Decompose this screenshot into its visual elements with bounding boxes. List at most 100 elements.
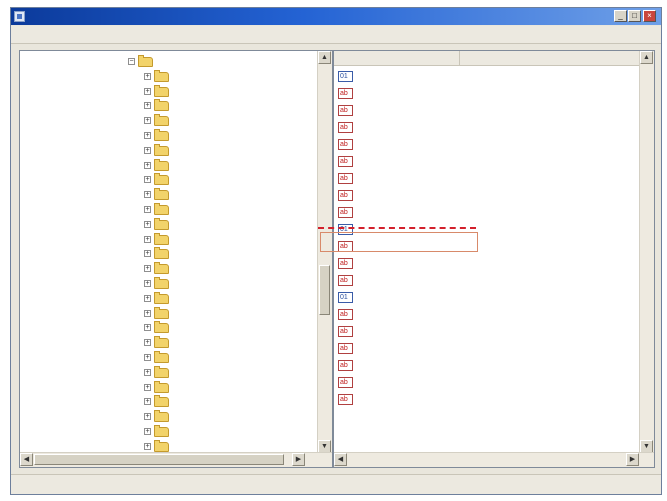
- tree-item[interactable]: +: [144, 336, 310, 350]
- expand-toggle-icon[interactable]: +: [144, 354, 151, 361]
- expand-toggle-icon[interactable]: +: [144, 250, 151, 258]
- tree-item[interactable]: +: [144, 321, 310, 335]
- expand-toggle-icon[interactable]: +: [144, 309, 151, 317]
- value-row[interactable]: [334, 205, 640, 220]
- tree-item[interactable]: +: [144, 173, 310, 187]
- tree-item[interactable]: +: [144, 395, 310, 409]
- tree-item[interactable]: +: [144, 380, 310, 395]
- expand-toggle-icon[interactable]: +: [144, 294, 151, 302]
- tree-item[interactable]: −: [128, 55, 310, 69]
- value-row[interactable]: [334, 137, 640, 152]
- scroll-thumb-horizontal[interactable]: [34, 454, 284, 465]
- menu-item-view[interactable]: [103, 28, 111, 41]
- key-tree-pane[interactable]: − + + + + + + + + + + + + + + + + + + + + + + + + + + ▲ ▼ ◀ ▶: [19, 50, 333, 468]
- expand-toggle-icon[interactable]: +: [144, 206, 151, 213]
- expand-toggle-icon[interactable]: +: [144, 132, 151, 139]
- expand-toggle-icon[interactable]: +: [144, 235, 151, 243]
- tree-item[interactable]: +: [144, 365, 310, 380]
- values-scroll-up-icon[interactable]: ▲: [640, 51, 653, 64]
- expand-toggle-icon[interactable]: +: [144, 220, 151, 228]
- expand-toggle-icon[interactable]: +: [144, 413, 151, 421]
- value-row[interactable]: [334, 120, 640, 135]
- expand-toggle-icon[interactable]: +: [144, 383, 151, 391]
- value-row[interactable]: [334, 273, 640, 288]
- title-bar[interactable]: _ □ ×: [11, 8, 661, 25]
- column-divider[interactable]: [459, 51, 460, 65]
- value-row[interactable]: [334, 290, 640, 305]
- maximize-button[interactable]: □: [628, 10, 641, 22]
- value-row[interactable]: [334, 171, 640, 186]
- tree-item[interactable]: +: [144, 203, 310, 217]
- tree-horizontal-scrollbar[interactable]: ◀ ▶: [20, 452, 332, 467]
- value-row[interactable]: [334, 324, 640, 339]
- values-horizontal-scrollbar[interactable]: ◀ ▶: [334, 452, 654, 467]
- expand-toggle-icon[interactable]: −: [128, 58, 135, 65]
- scroll-left-icon[interactable]: ◀: [20, 453, 33, 466]
- tree-item[interactable]: +: [144, 99, 310, 113]
- tree-item[interactable]: +: [144, 188, 310, 202]
- scroll-right-icon[interactable]: ▶: [292, 453, 305, 466]
- tree-item[interactable]: +: [144, 291, 310, 306]
- values-pane[interactable]: ▲ ▼ ◀ ▶: [333, 50, 655, 468]
- expand-toggle-icon[interactable]: +: [144, 102, 151, 110]
- expand-toggle-icon[interactable]: +: [144, 324, 151, 332]
- menu-item-favorites[interactable]: [147, 28, 155, 41]
- tree-item[interactable]: +: [144, 232, 310, 247]
- expand-toggle-icon[interactable]: +: [144, 117, 151, 125]
- tree-item[interactable]: +: [144, 217, 310, 232]
- value-row[interactable]: [334, 307, 640, 322]
- tree-item[interactable]: +: [144, 306, 310, 321]
- scroll-up-icon[interactable]: ▲: [318, 51, 331, 64]
- value-row[interactable]: [334, 358, 640, 373]
- tree-item[interactable]: +: [144, 351, 310, 365]
- menu-item-file[interactable]: [15, 28, 23, 41]
- tree-item[interactable]: +: [144, 277, 310, 291]
- value-row[interactable]: [334, 392, 640, 407]
- tree-item[interactable]: +: [144, 69, 310, 84]
- expand-toggle-icon[interactable]: +: [144, 339, 151, 347]
- tree-vertical-scrollbar[interactable]: ▲ ▼: [317, 51, 332, 453]
- expand-toggle-icon[interactable]: +: [144, 428, 151, 435]
- folder-icon: [154, 99, 169, 112]
- menu-item-edit[interactable]: [59, 28, 67, 41]
- values-vertical-scrollbar[interactable]: ▲ ▼: [639, 51, 654, 453]
- expand-toggle-icon[interactable]: +: [144, 280, 151, 287]
- minimize-button[interactable]: _: [614, 10, 627, 22]
- value-row[interactable]: [334, 103, 640, 118]
- close-button[interactable]: ×: [643, 10, 656, 22]
- tree-item[interactable]: +: [144, 129, 310, 143]
- tree-item[interactable]: +: [144, 114, 310, 128]
- folder-icon: [138, 55, 153, 67]
- tree-item[interactable]: +: [144, 84, 310, 99]
- expand-toggle-icon[interactable]: +: [144, 161, 151, 169]
- expand-toggle-icon[interactable]: +: [144, 191, 151, 199]
- expand-toggle-icon[interactable]: +: [144, 72, 151, 80]
- registry-editor-window: _ □ × − + + + + + + + + + + + + + + + + + + + + + + + + + + ▲ ▼ ◀ …: [10, 7, 662, 495]
- value-row[interactable]: [334, 69, 640, 84]
- scroll-thumb[interactable]: [319, 265, 330, 315]
- value-row[interactable]: [334, 256, 640, 271]
- status-bar: [11, 474, 661, 494]
- value-row[interactable]: [334, 154, 640, 169]
- expand-toggle-icon[interactable]: +: [144, 368, 151, 376]
- value-row[interactable]: [334, 188, 640, 203]
- tree-item[interactable]: +: [144, 158, 310, 173]
- expand-toggle-icon[interactable]: +: [144, 87, 151, 95]
- expand-toggle-icon[interactable]: +: [144, 265, 151, 273]
- values-scroll-left-icon[interactable]: ◀: [334, 453, 347, 466]
- tree-item[interactable]: +: [144, 247, 310, 261]
- values-scroll-right-icon[interactable]: ▶: [626, 453, 639, 466]
- expand-toggle-icon[interactable]: +: [144, 398, 151, 406]
- tree-item[interactable]: +: [144, 143, 310, 158]
- expand-toggle-icon[interactable]: +: [144, 146, 151, 154]
- expand-toggle-icon[interactable]: +: [144, 442, 151, 450]
- tree-item[interactable]: +: [144, 262, 310, 276]
- tree-item[interactable]: +: [144, 425, 310, 439]
- string-value-icon: [338, 377, 353, 388]
- value-row[interactable]: [334, 341, 640, 356]
- tree-item[interactable]: +: [144, 410, 310, 424]
- expand-toggle-icon[interactable]: +: [144, 176, 151, 184]
- value-row[interactable]: [334, 375, 640, 390]
- folder-icon: [154, 365, 169, 378]
- value-row[interactable]: [334, 86, 640, 101]
